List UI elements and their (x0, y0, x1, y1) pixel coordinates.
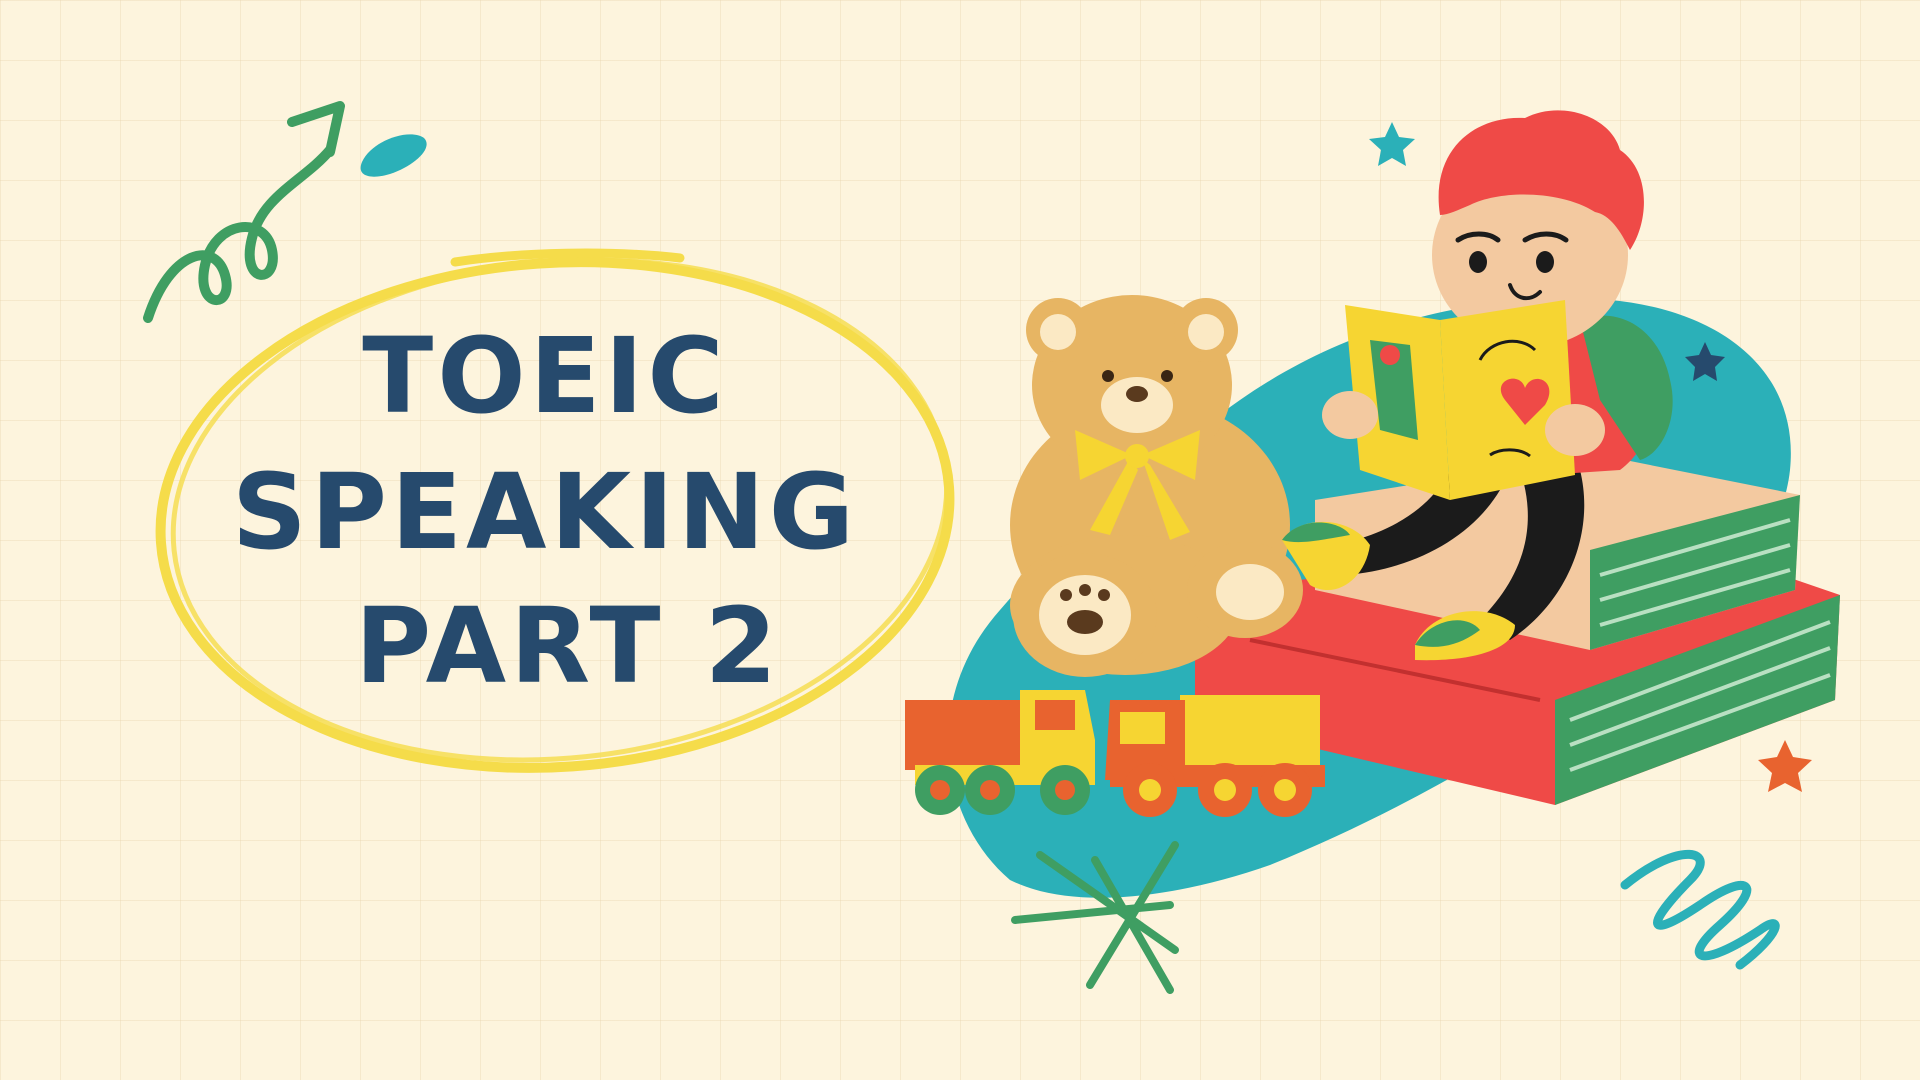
open-book (1345, 300, 1575, 500)
curly-arrow-doodle (143, 101, 345, 323)
star-orange-icon (1758, 740, 1812, 792)
teal-blob-doodle (360, 134, 427, 177)
page-title: TOEIC SPEAKING PART 2 (232, 315, 858, 707)
reading-child-illustration (905, 110, 1840, 898)
star-teal-icon (1369, 122, 1415, 166)
title-slide: TOEIC SPEAKING PART 2 (143, 101, 1840, 994)
teddy-bear (1010, 295, 1303, 677)
toy-truck-right (1105, 695, 1325, 817)
toy-truck-left (905, 690, 1095, 815)
title-line-3: PART 2 (355, 585, 781, 707)
squiggle-doodle (1620, 849, 1780, 970)
title-line-2: SPEAKING (232, 451, 858, 573)
title-line-1: TOEIC (362, 315, 727, 437)
